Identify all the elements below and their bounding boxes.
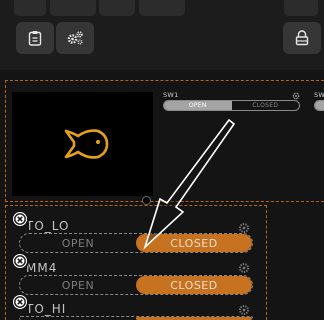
switch-row-label: TO_LO <box>26 219 70 233</box>
lock-icon <box>295 30 309 46</box>
toggle-closed[interactable]: CLOSED <box>136 276 252 294</box>
clipboard-icon <box>28 31 42 46</box>
switch-toggle[interactable]: OPEN CLOSED <box>19 275 253 295</box>
toggle-closed[interactable]: CLOSED <box>232 101 300 110</box>
tab-stub[interactable] <box>14 0 46 16</box>
video-feed[interactable] <box>12 92 153 196</box>
switch-toggle[interactable] <box>19 316 253 320</box>
close-icon <box>14 296 26 308</box>
close-icon <box>14 255 26 267</box>
video-settings-icon[interactable] <box>142 196 151 205</box>
switch-toggle[interactable]: OPEN CLOSED <box>163 100 300 111</box>
remove-button[interactable] <box>11 210 29 228</box>
tab-stub[interactable] <box>139 0 185 16</box>
switch-toggle[interactable] <box>314 100 324 111</box>
switch-label: SW1 <box>163 91 179 99</box>
switch-row-label: MM4 <box>26 261 58 275</box>
gear-icon[interactable] <box>292 92 300 100</box>
toggle-open[interactable]: OPEN <box>20 234 136 252</box>
clipboard-button[interactable] <box>16 22 54 54</box>
fish-icon <box>64 129 109 159</box>
tab-stub[interactable] <box>99 0 135 16</box>
close-icon <box>14 213 26 225</box>
tab-stub[interactable] <box>50 0 96 16</box>
lock-button[interactable] <box>283 22 321 54</box>
toolbar <box>0 0 324 70</box>
settings-button[interactable] <box>56 22 94 54</box>
switch-label: SW <box>314 91 324 99</box>
gear-icon[interactable] <box>238 304 250 316</box>
toggle-open[interactable]: OPEN <box>20 276 136 294</box>
gear-icon[interactable] <box>238 262 250 274</box>
toggle-open[interactable] <box>315 101 324 110</box>
remove-button[interactable] <box>11 293 29 311</box>
tab-stub[interactable] <box>284 0 318 16</box>
toggle-closed[interactable]: CLOSED <box>136 234 252 252</box>
remove-button[interactable] <box>11 252 29 270</box>
toggle-open[interactable]: OPEN <box>164 101 232 110</box>
switch-toggle[interactable]: OPEN CLOSED <box>19 233 253 253</box>
gears-icon <box>67 31 83 45</box>
switch-row-label: TO_HI <box>26 302 67 316</box>
